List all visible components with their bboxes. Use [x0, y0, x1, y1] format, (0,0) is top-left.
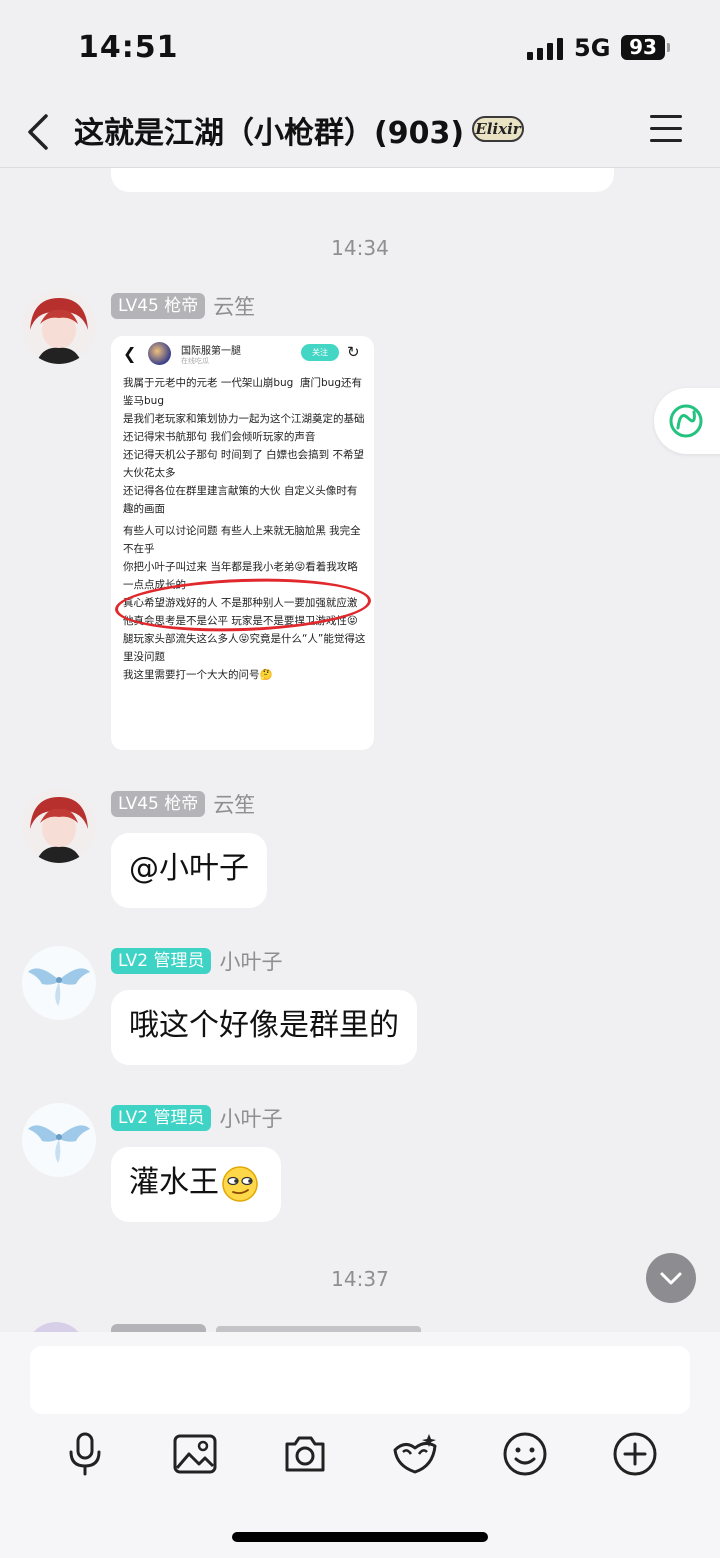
input-area [0, 1332, 720, 1558]
level-tag: LV2 管理员 [111, 1105, 212, 1131]
nav-bar: 这就是江湖（小枪群）(903) Elixir [0, 96, 720, 168]
message-bubble[interactable]: 哦这个好像是群里的 [111, 990, 417, 1065]
level-tag: LV45 枪帝 [111, 293, 206, 319]
screenshot-user-name: 国际服第一腿 [181, 346, 241, 357]
level-tag: LV45 枪帝 [111, 791, 206, 817]
partial-next-message [0, 1318, 720, 1332]
sender-row: LV45 枪帝 云笙 [111, 293, 255, 319]
refresh-icon: ↻ [347, 343, 360, 361]
timestamp: 14:37 [331, 1267, 389, 1291]
screenshot-line: 有些人可以讨论问题 有些人上来就无脑尬黑 我完全不在乎 [123, 525, 361, 555]
input-toolbar [0, 1428, 720, 1488]
microphone-icon[interactable] [59, 1428, 111, 1480]
face-mask-icon[interactable] [389, 1428, 441, 1480]
avatar[interactable] [22, 946, 96, 1020]
message-text: 灌水王 [129, 1165, 219, 1200]
avatar[interactable] [22, 290, 96, 364]
status-time: 14:51 [78, 30, 179, 65]
network-label: 5G [574, 34, 611, 62]
plus-icon[interactable] [609, 1428, 661, 1480]
signal-icon [527, 38, 563, 60]
sender-name[interactable]: 云笙 [213, 291, 255, 321]
sender-name[interactable]: 小叶子 [219, 946, 282, 976]
follow-button: 关注 [301, 344, 339, 361]
emoji-icon[interactable] [499, 1428, 551, 1480]
title-badge: Elixir [472, 116, 524, 142]
sender-row: LV2 管理员 小叶子 [111, 948, 282, 974]
sender-name[interactable]: 云笙 [213, 789, 255, 819]
chevron-left-icon: ❮ [123, 344, 137, 363]
chat-title: 这就是江湖（小枪群）(903) [74, 116, 465, 151]
screenshot-line: 是我们老玩家和策划协力一起为这个江湖奠定的基础 [123, 413, 365, 425]
avatar[interactable] [22, 789, 96, 863]
battery-tip [667, 43, 670, 52]
image-icon[interactable] [169, 1428, 221, 1480]
screenshot-user-status: 在线吃瓜 [181, 357, 209, 365]
message-input[interactable] [30, 1346, 690, 1414]
screenshot-line: 腿玩家头部流失这么多人😝究竟是什么“人”能觉得这里没问题 [123, 633, 366, 663]
sender-name[interactable]: 小叶子 [219, 1103, 282, 1133]
sender-row: LV45 枪帝 云笙 [111, 791, 255, 817]
screenshot-line: 我属于元老中的元老 一代架山崩bug 唐门bug还有鉴马bug [123, 377, 362, 407]
scroll-down-button[interactable] [646, 1253, 696, 1303]
level-tag: LV2 管理员 [111, 948, 212, 974]
back-button[interactable] [20, 106, 60, 158]
battery-icon: 93 [621, 35, 665, 60]
status-bar: 14:51 5G 93 [0, 0, 720, 96]
avatar[interactable] [22, 1103, 96, 1177]
assistant-float-button[interactable] [654, 388, 720, 454]
screenshot-text: 我属于元老中的元老 一代架山崩bug 唐门bug还有鉴马bug 是我们老玩家和策… [123, 374, 367, 684]
screenshot-line: 还记得宋书航那句 我们会倾听玩家的声音 [123, 431, 316, 443]
camera-icon[interactable] [279, 1428, 331, 1480]
screenshot-line: 还记得各位在群里建言献策的大伙 自定义头像时有趣的画面 [123, 485, 358, 515]
smirk-emoji-icon [222, 1166, 258, 1202]
screenshot-image-message[interactable]: ❮ 国际服第一腿 在线吃瓜 关注 ↻ 我属于元老中的元老 一代架山崩bug 唐门… [111, 336, 374, 750]
message-bubble[interactable]: 灌水王 [111, 1147, 281, 1222]
screenshot-line: 还记得天机公子那句 时间到了 白嫖也会搞到 不希望大伙花太多 [123, 449, 365, 479]
sender-row: LV2 管理员 小叶子 [111, 1105, 282, 1131]
message-bubble[interactable]: @小叶子 [111, 833, 267, 908]
screenshot-line: 我这里需要打一个大大的问号🤔 [123, 669, 273, 681]
menu-icon[interactable] [648, 113, 688, 147]
avatar [148, 342, 171, 365]
timestamp: 14:34 [331, 236, 389, 260]
home-indicator[interactable] [232, 1532, 488, 1542]
